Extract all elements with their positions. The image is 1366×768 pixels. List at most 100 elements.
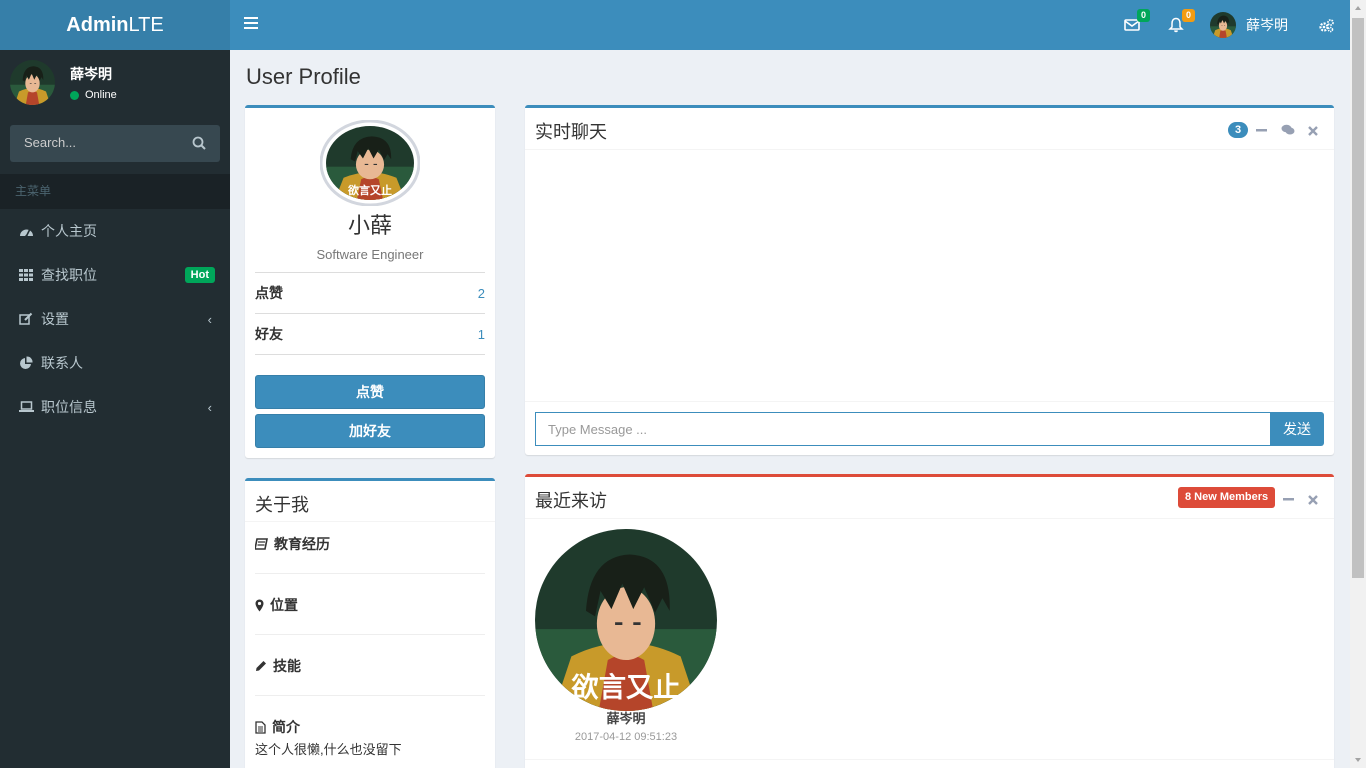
friends-label: 好友	[255, 326, 283, 342]
sidebar-item-label: 联系人	[41, 355, 83, 371]
message-input[interactable]	[535, 412, 1271, 446]
collapse-button[interactable]	[1283, 492, 1297, 506]
search-button[interactable]	[192, 136, 208, 152]
scroll-up-arrow[interactable]	[1350, 0, 1366, 16]
map-marker-icon	[255, 599, 264, 611]
visitors-header: 最近来访 8 New Members	[525, 477, 1334, 519]
close-button[interactable]	[1308, 492, 1322, 506]
control-sidebar-button[interactable]	[1318, 15, 1340, 37]
user-menu-name: 薛岑明	[1246, 17, 1288, 33]
visitor-avatar-caption: 欲言又止	[570, 671, 680, 703]
chat-header: 实时聊天 3	[525, 108, 1334, 150]
pie-chart-icon	[18, 355, 34, 371]
divider	[255, 634, 485, 635]
scroll-thumb[interactable]	[1352, 18, 1364, 578]
logo-rest: LTE	[128, 14, 164, 36]
sidebar-item-label: 职位信息	[41, 399, 97, 415]
main-sidebar: 薛岑明 Online 主菜单 个人主页 查找职位 Hot 设置 ‹ 联系人 职位…	[0, 50, 230, 768]
sidebar-user-name: 薛岑明	[70, 66, 112, 82]
bio-item: 简介 这个人很懒,什么也没留下	[255, 717, 485, 758]
avatar: 欲言又止	[535, 529, 717, 711]
scroll-down-arrow[interactable]	[1350, 752, 1366, 768]
profile-avatar: 欲言又止	[319, 119, 421, 207]
page-scrollbar[interactable]	[1350, 0, 1366, 768]
online-dot-icon	[70, 90, 79, 100]
sidebar-item-label: 查找职位	[41, 267, 97, 283]
app-logo[interactable]: AdminLTE	[0, 0, 230, 50]
recent-visitors-card: 最近来访 8 New Members 欲言又止 薛岑明 2017-04-12 0…	[525, 474, 1334, 768]
user-menu[interactable]: 薛岑明	[1210, 12, 1288, 38]
sidebar-user-panel: 薛岑明 Online	[0, 50, 230, 125]
page-title: User Profile	[246, 64, 361, 89]
notifications-count-badge: 0	[1181, 9, 1195, 22]
chat-footer: 发送	[525, 401, 1334, 458]
top-navbar: 0 0 薛岑明	[230, 0, 1350, 50]
visitors-title: 最近来访	[535, 491, 607, 511]
close-icon	[1308, 126, 1318, 136]
chat-title: 实时聊天	[535, 122, 607, 142]
chevron-left-icon: ‹	[207, 311, 212, 327]
logo-bold: Admin	[66, 14, 129, 36]
chat-card: 实时聊天 3 发送	[525, 105, 1334, 455]
sidebar-item-settings[interactable]: 设置 ‹	[0, 297, 230, 341]
divider	[255, 573, 485, 574]
sidebar-item-label: 设置	[41, 311, 69, 327]
send-button[interactable]: 发送	[1270, 412, 1324, 446]
close-button[interactable]	[1308, 123, 1322, 137]
skills-item: 技能	[255, 656, 485, 676]
sidebar-item-home[interactable]: 个人主页	[0, 209, 230, 253]
sidebar-item-label: 个人主页	[41, 223, 97, 239]
divider	[255, 354, 485, 355]
add-friend-button[interactable]: 加好友	[255, 414, 485, 448]
online-status: Online	[70, 89, 117, 101]
skills-label: 技能	[273, 658, 301, 674]
bio-label: 简介	[272, 719, 300, 735]
likes-row: 点赞 2	[255, 272, 485, 313]
chevron-left-icon: ‹	[207, 399, 212, 415]
profile-card: 欲言又止 小薛 Software Engineer 点赞 2 好友 1 点赞 加…	[245, 105, 495, 458]
avatar	[10, 60, 55, 108]
messages-button[interactable]: 0	[1122, 9, 1150, 37]
bio-text: 这个人很懒,什么也没留下	[255, 742, 402, 757]
like-button[interactable]: 点赞	[255, 375, 485, 409]
friends-value[interactable]: 1	[478, 327, 485, 342]
visitor-date: 2017-04-12 09:51:23	[574, 731, 678, 743]
divider	[255, 695, 485, 696]
pencil-icon	[256, 661, 266, 671]
visitor-item[interactable]: 欲言又止 薛岑明 2017-04-12 09:51:23	[535, 529, 717, 743]
close-icon	[1308, 495, 1318, 505]
sidebar-item-contacts[interactable]: 联系人	[0, 341, 230, 385]
divider	[525, 759, 1334, 760]
laptop-icon	[18, 399, 34, 415]
chat-count-badge: 3	[1228, 122, 1249, 138]
likes-value[interactable]: 2	[478, 286, 485, 301]
sidebar-item-find-jobs[interactable]: 查找职位 Hot	[0, 253, 230, 297]
visitor-name[interactable]: 薛岑明	[535, 708, 717, 727]
menu-header: 主菜单	[0, 174, 230, 209]
sidebar-item-job-info[interactable]: 职位信息 ‹	[0, 385, 230, 429]
friends-row: 好友 1	[255, 313, 485, 354]
book-icon	[255, 538, 268, 550]
status-label: Online	[85, 89, 117, 101]
profile-avatar-caption: 欲言又止	[347, 183, 392, 197]
likes-label: 点赞	[255, 285, 283, 301]
contacts-toggle-button[interactable]	[1281, 123, 1295, 137]
search-input[interactable]	[24, 135, 184, 150]
education-item: 教育经历	[255, 534, 485, 554]
edit-icon	[18, 311, 34, 327]
profile-name: 小薛	[347, 213, 392, 238]
collapse-button[interactable]	[1256, 123, 1270, 137]
gears-icon	[1319, 19, 1334, 33]
location-item: 位置	[255, 595, 485, 615]
sidebar-search	[10, 125, 220, 162]
dashboard-icon	[18, 223, 34, 239]
about-card: 关于我 教育经历 位置 技能 简介 这个人很懒,什么也没留下	[245, 478, 495, 768]
minus-icon	[1256, 129, 1267, 132]
notifications-button[interactable]: 0	[1167, 9, 1195, 37]
file-text-icon	[255, 720, 266, 734]
about-title: 关于我	[255, 495, 309, 515]
sidebar-toggle-icon[interactable]	[244, 17, 258, 31]
profile-role: Software Engineer	[316, 247, 424, 262]
location-label: 位置	[270, 597, 298, 613]
grid-icon	[18, 267, 34, 283]
